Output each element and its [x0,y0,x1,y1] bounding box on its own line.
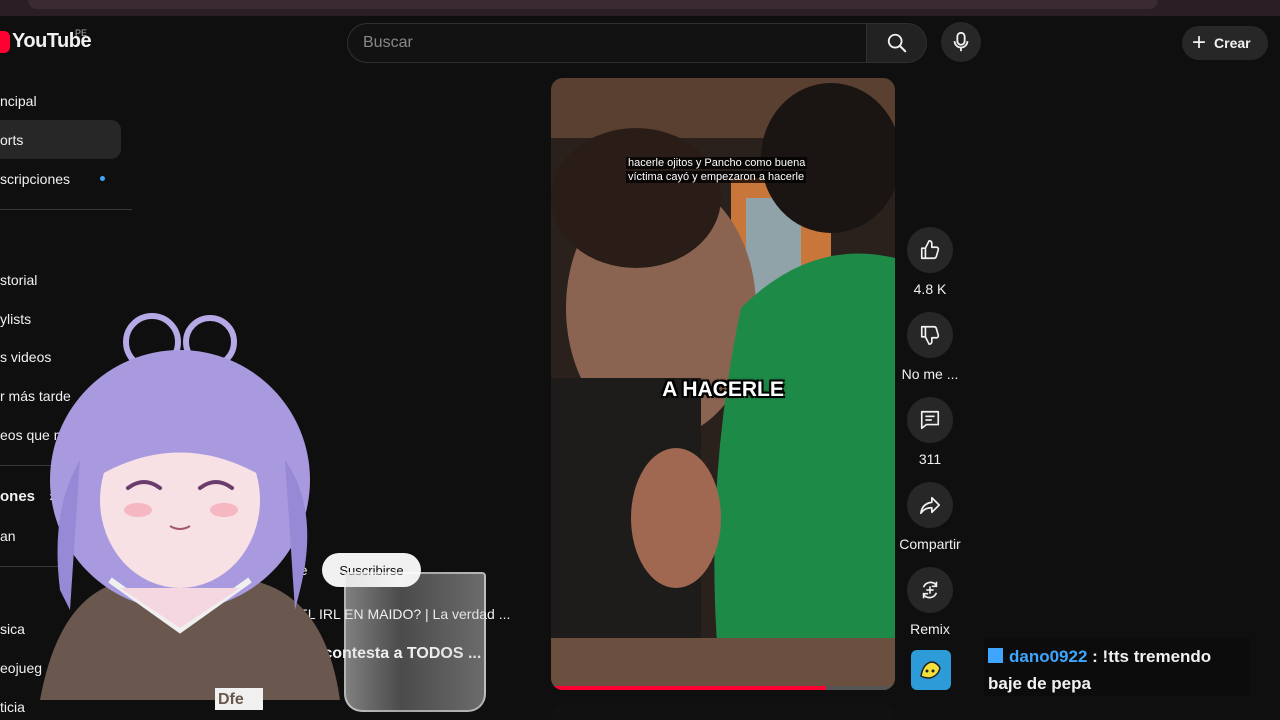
next-short-preview[interactable] [551,704,895,720]
sidebar-item-historial[interactable]: storial [0,272,37,288]
thumbs-up-icon [920,240,940,260]
glass-prop [344,572,486,712]
hand-logo-icon [913,652,949,688]
sidebar-divider [0,209,132,210]
plus-icon: + [1192,29,1207,56]
country-code: PE [75,28,88,38]
share-button[interactable]: Compartir [898,482,962,552]
comments-circle [907,397,953,443]
caption-line: víctima cayó y empezaron a hacerle [626,171,807,183]
big-caption: A HACERLE [662,378,784,401]
hoodie-text: Dfe [218,691,244,708]
comment-count: 311 [918,451,942,467]
like-count: 4.8 K [913,281,947,297]
create-label: Crear [1214,35,1251,51]
voice-search-button[interactable] [941,22,981,62]
caption-line: hacerle ojitos y Pancho como buena [626,157,808,169]
dislike-label: No me ... [901,366,959,382]
youtube-logo[interactable]: YouTube PE [0,28,92,53]
browser-tab-strip [0,0,1280,16]
share-icon [920,496,940,515]
sidebar-item-explorar[interactable]: an [0,528,16,544]
chat-username: dano0922 [1009,647,1088,666]
like-circle [907,227,953,273]
search-button[interactable] [866,23,927,63]
vtuber-avatar: Dfe [40,313,340,710]
thumbs-down-icon [920,325,940,345]
microphone-icon [953,31,969,52]
remix-button[interactable]: Remix [898,567,962,637]
new-content-dot [100,176,105,181]
like-button[interactable]: 4.8 K [898,227,962,297]
dislike-circle [907,312,953,358]
channel-avatar[interactable] [911,650,951,690]
share-circle [907,482,953,528]
search-icon [887,33,906,53]
sidebar-item-inicio[interactable]: ncipal [0,93,37,109]
progress-fill [551,686,827,690]
dislike-button[interactable]: No me ... [898,312,962,382]
remix-icon [922,581,938,599]
browser-url-bar[interactable] [28,0,1158,9]
subtitle-caption: hacerle ojitos y Pancho como buena vícti… [626,156,826,184]
sidebar-item-shorts[interactable]: orts [0,132,23,148]
comments-button[interactable]: 311 [898,397,962,467]
short-video-player[interactable]: hacerle ojitos y Pancho como buena vícti… [551,78,895,690]
comment-icon [920,410,940,430]
sidebar-item-suscripciones[interactable]: scripciones [0,171,70,187]
create-button[interactable]: + Crear [1182,26,1268,60]
youtube-play-icon [0,30,10,53]
stream-chat-message: dano0922 : !tts tremendo baje de pepa [984,638,1250,696]
search-input[interactable] [348,24,866,62]
remix-circle [907,567,953,613]
search-box [347,23,866,63]
remix-label: Remix [910,621,950,637]
share-label: Compartir [899,536,961,552]
chat-badge-icon [988,648,1003,663]
